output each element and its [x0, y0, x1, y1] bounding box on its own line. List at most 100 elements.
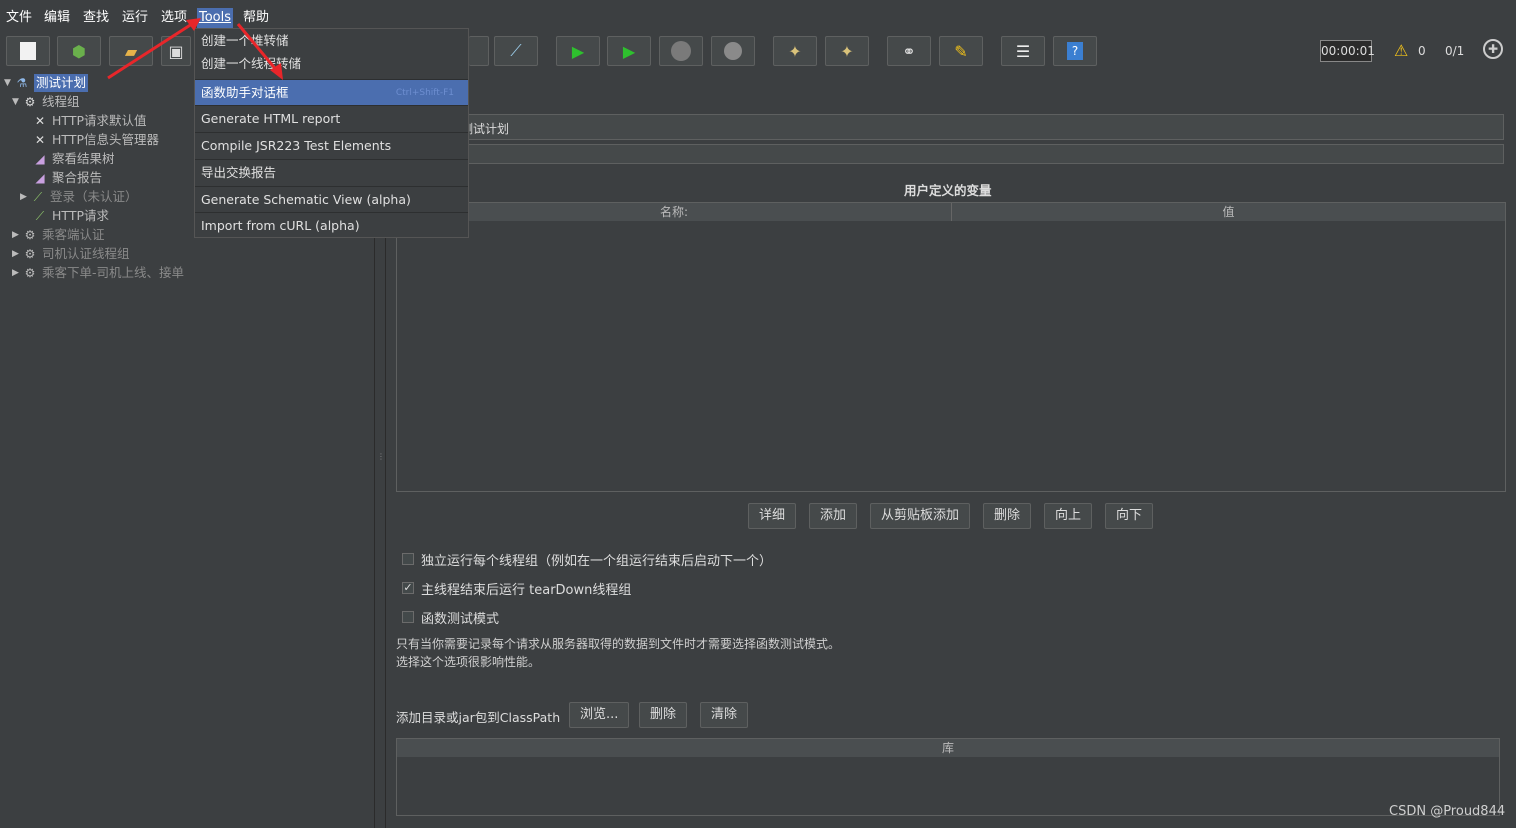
- menu-file[interactable]: 文件: [4, 8, 34, 28]
- watermark-text: CSDN @Proud844: [1389, 804, 1506, 819]
- remote-status-icon[interactable]: ✚: [1483, 39, 1503, 59]
- menu-run[interactable]: 运行: [120, 8, 150, 28]
- functional-mode-checkbox[interactable]: [402, 611, 414, 623]
- templates-button[interactable]: ⬢: [57, 36, 101, 66]
- toolbar-hidden-button[interactable]: [469, 36, 489, 66]
- move-up-button[interactable]: 向上: [1044, 503, 1093, 529]
- stop-button[interactable]: [659, 36, 703, 66]
- menu-item-export-report[interactable]: 导出交换报告: [195, 159, 468, 185]
- delete-button[interactable]: 删除: [983, 503, 1032, 529]
- reset-search-icon: ✎: [954, 41, 968, 61]
- wrench-icon: ✕: [34, 114, 46, 128]
- tree-node-thread-group[interactable]: ▼ ⚙ 线程组: [12, 93, 80, 111]
- menu-item-label: Compile JSR223 Test Elements: [201, 138, 392, 153]
- menu-item-function-helper[interactable]: 函数助手对话框 Ctrl+Shift-F1: [195, 79, 468, 105]
- browse-button[interactable]: 浏览...: [569, 702, 630, 728]
- name-field-value: 测试计划: [469, 122, 509, 136]
- tree-node-login[interactable]: ▶ ⟋ 登录（未认证）: [20, 188, 138, 206]
- collapse-arrow-icon[interactable]: ▶: [12, 226, 22, 244]
- broom-icon: ✦: [788, 41, 802, 61]
- thread-count: 0/1: [1445, 44, 1465, 58]
- function-helper-button[interactable]: ☰: [1001, 36, 1045, 66]
- save-icon: ▣: [168, 41, 184, 61]
- table-header-value[interactable]: 值: [952, 203, 1505, 221]
- tree-node-label: 乘客端认证: [42, 227, 105, 242]
- menu-item-label: Import from cURL (alpha): [201, 218, 360, 233]
- tree-node-label: 登录（未认证）: [50, 189, 138, 204]
- user-vars-title: 用户定义的变量: [904, 183, 992, 198]
- expand-arrow-icon[interactable]: ▼: [4, 74, 14, 92]
- detail-button[interactable]: 详细: [748, 503, 797, 529]
- start-no-pause-button[interactable]: ▶: [607, 36, 651, 66]
- move-down-button[interactable]: 向下: [1105, 503, 1154, 529]
- new-file-icon: [20, 42, 36, 60]
- save-button[interactable]: ▣: [161, 36, 191, 66]
- gear-icon: ⚙: [24, 95, 36, 109]
- pipette-icon: ⟋: [33, 190, 43, 204]
- library-table[interactable]: 库: [396, 738, 1500, 816]
- tree-node-order-flow[interactable]: ▶ ⚙ 乘客下单-司机上线、接单: [12, 264, 184, 282]
- gear-icon: ⚙: [24, 247, 36, 261]
- menu-search[interactable]: 查找: [81, 8, 111, 28]
- table-header-name[interactable]: 名称:: [397, 203, 952, 221]
- tree-node-http-request[interactable]: ⟋ HTTP请求: [32, 207, 109, 225]
- tree-node-header-manager[interactable]: ✕ HTTP信息头管理器: [32, 131, 159, 149]
- tree-node-aggregate-report[interactable]: ◢ 聚合报告: [32, 169, 102, 187]
- menu-item-label: 函数助手对话框: [201, 85, 289, 100]
- collapse-arrow-icon[interactable]: ▶: [12, 245, 22, 263]
- tree-node-driver-auth[interactable]: ▶ ⚙ 司机认证线程组: [12, 245, 130, 263]
- play-icon: ▶: [571, 41, 585, 61]
- collapse-arrow-icon[interactable]: ▶: [12, 264, 22, 282]
- menu-item-import-curl[interactable]: Import from cURL (alpha): [195, 212, 468, 238]
- menu-help[interactable]: 帮助: [241, 8, 271, 28]
- library-table-header[interactable]: 库: [397, 739, 1499, 757]
- menu-item-schematic-view[interactable]: Generate Schematic View (alpha): [195, 186, 468, 212]
- comments-field[interactable]: [396, 144, 1504, 164]
- menu-item-label: Generate HTML report: [201, 111, 341, 126]
- clear-all-button[interactable]: ✦: [825, 36, 869, 66]
- user-vars-table[interactable]: 名称: 值: [396, 202, 1506, 492]
- list-icon: ☰: [1015, 41, 1031, 61]
- menu-item-label: 导出交换报告: [201, 165, 277, 180]
- search-button[interactable]: ⚭: [887, 36, 931, 66]
- pipette-icon: ⟋: [35, 209, 45, 223]
- serialize-threadgroups-label: 独立运行每个线程组（例如在一个组运行结束后启动下一个）: [421, 554, 773, 569]
- reset-search-button[interactable]: ✎: [939, 36, 983, 66]
- binoculars-icon: ⚭: [902, 41, 916, 61]
- add-from-clipboard-button[interactable]: 从剪贴板添加: [870, 503, 971, 529]
- teardown-checkbox[interactable]: ✓: [402, 582, 414, 594]
- serialize-threadgroups-checkbox[interactable]: [402, 553, 414, 565]
- start-button[interactable]: ▶: [556, 36, 600, 66]
- menu-item-shortcut: Ctrl+Shift-F1: [395, 88, 454, 98]
- new-plan-button[interactable]: [6, 36, 50, 66]
- tree-node-result-tree[interactable]: ◢ 察看结果树: [32, 150, 114, 168]
- menu-item-heap-dump[interactable]: 创建一个堆转储: [195, 29, 468, 52]
- functional-mode-label: 函数测试模式: [421, 612, 500, 627]
- classpath-clear-button[interactable]: 清除: [700, 702, 749, 728]
- open-button[interactable]: ▰: [109, 36, 153, 66]
- shutdown-button[interactable]: [711, 36, 755, 66]
- menu-item-html-report[interactable]: Generate HTML report: [195, 105, 468, 131]
- elapsed-timer: 00:00:01: [1320, 40, 1375, 62]
- expand-arrow-icon[interactable]: ▼: [12, 93, 22, 111]
- menu-options[interactable]: 选项: [159, 8, 189, 28]
- tree-node-label: 司机认证线程组: [42, 246, 130, 261]
- tree-node-http-defaults[interactable]: ✕ HTTP请求默认值: [32, 112, 147, 130]
- wand-icon: ⟋: [510, 41, 522, 60]
- clear-button[interactable]: ✦: [773, 36, 817, 66]
- warning-count: 0: [1418, 44, 1426, 58]
- tree-node-label: 聚合报告: [52, 170, 103, 185]
- tree-node-test-plan[interactable]: ▼ ⚗ 测试计划: [4, 74, 89, 92]
- menu-item-thread-dump[interactable]: 创建一个线程转储: [195, 52, 468, 76]
- collapse-arrow-icon[interactable]: ▶: [20, 188, 30, 206]
- add-button[interactable]: 添加: [809, 503, 858, 529]
- classpath-delete-button[interactable]: 删除: [639, 702, 688, 728]
- name-field[interactable]: 测试计划: [396, 114, 1504, 140]
- toggle-button[interactable]: ⟋: [494, 36, 538, 66]
- menu-edit[interactable]: 编辑: [42, 8, 72, 28]
- tree-node-passenger-auth[interactable]: ▶ ⚙ 乘客端认证: [12, 226, 105, 244]
- tree-node-label: HTTP请求: [52, 208, 109, 223]
- menu-tools[interactable]: Tools: [197, 8, 234, 28]
- menu-item-compile-jsr223[interactable]: Compile JSR223 Test Elements: [195, 132, 468, 158]
- help-button[interactable]: ?: [1053, 36, 1097, 66]
